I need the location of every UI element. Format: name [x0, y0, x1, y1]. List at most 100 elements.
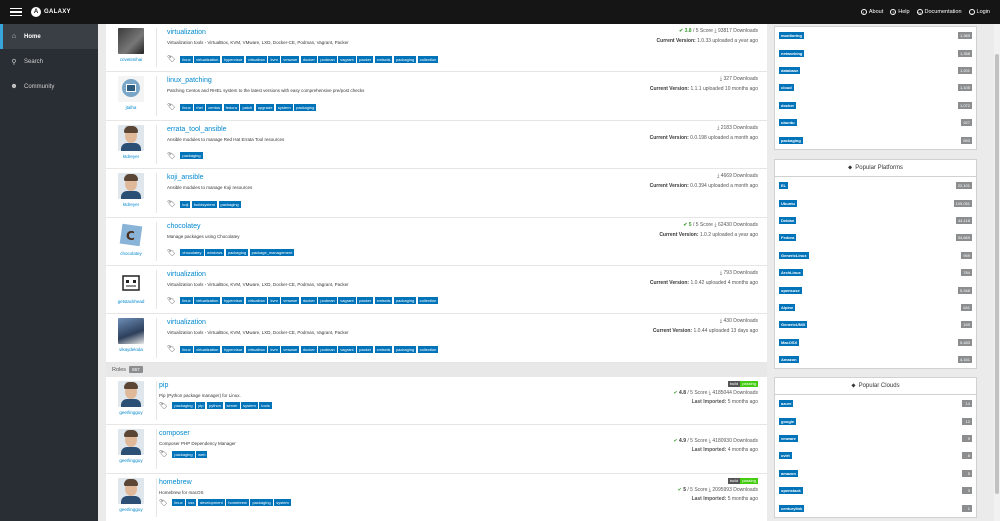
- scrollbar-thumb[interactable]: [995, 54, 999, 494]
- owner-link[interactable]: getstackhead: [106, 299, 156, 304]
- tag-label[interactable]: docker: [300, 297, 317, 305]
- tag-label[interactable]: system: [274, 499, 291, 507]
- owner-link[interactable]: ktdreyer: [106, 202, 156, 207]
- filter-label[interactable]: GenericLinux: [779, 251, 809, 259]
- platforms-item-amazon[interactable]: Amazon 4,161: [775, 351, 976, 368]
- tag-label[interactable]: docker: [300, 55, 317, 63]
- collection-name-link[interactable]: virtualization: [167, 271, 206, 278]
- owner-link[interactable]: chocolatey: [106, 251, 156, 256]
- tag-label[interactable]: packer: [357, 345, 374, 353]
- tag-label[interactable]: virtualbox: [245, 55, 267, 63]
- owner-link[interactable]: geerlingguy: [106, 458, 156, 463]
- tag-label[interactable]: kvm: [268, 345, 280, 353]
- tag-label[interactable]: packaging: [250, 499, 273, 507]
- owner-avatar[interactable]: [118, 318, 144, 345]
- collection-name-link[interactable]: errata_tool_ansible: [167, 126, 227, 133]
- tag-label[interactable]: xmlsrds: [374, 55, 393, 63]
- filter-label[interactable]: ubuntu: [779, 119, 797, 127]
- clouds-item-azure[interactable]: azure 14: [775, 395, 976, 412]
- owner-link[interactable]: ktdreyer: [106, 154, 156, 159]
- collection-name-link[interactable]: linux_patching: [167, 77, 212, 84]
- owner-avatar[interactable]: [118, 380, 144, 407]
- tag-label[interactable]: koji: [180, 200, 191, 208]
- platforms-item-macosx[interactable]: MacOSX 5,483: [775, 334, 976, 351]
- filter-label[interactable]: monitoring: [779, 32, 804, 40]
- tag-label[interactable]: virtualization: [194, 345, 221, 353]
- collection-name-link[interactable]: chocolatey: [167, 223, 200, 230]
- tag-label[interactable]: linux: [180, 297, 193, 305]
- nav-link-about[interactable]: i About: [860, 9, 883, 15]
- clouds-item-openstack[interactable]: openstack 3: [775, 482, 976, 499]
- tag-label[interactable]: packaging: [218, 200, 241, 208]
- tag-label[interactable]: docker: [300, 345, 317, 353]
- collection-name-link[interactable]: virtualization: [167, 319, 206, 326]
- platforms-item-fedora[interactable]: Fedora 34,669: [775, 229, 976, 246]
- tag-label[interactable]: linux: [180, 103, 193, 111]
- tag-label[interactable]: vagrant: [338, 345, 356, 353]
- tag-label[interactable]: upgrade: [255, 103, 275, 111]
- tags-item-packaging[interactable]: packaging 893: [775, 131, 976, 148]
- tag-label[interactable]: packaging: [393, 297, 417, 305]
- tag-label[interactable]: vmware: [281, 55, 300, 63]
- owner-avatar[interactable]: [118, 76, 144, 103]
- filter-label[interactable]: Amazon: [779, 356, 799, 364]
- tag-label[interactable]: packer: [357, 297, 374, 305]
- tag-label[interactable]: packaging: [393, 345, 417, 353]
- tag-label[interactable]: hypervisor: [221, 297, 245, 305]
- page-scrollbar[interactable]: [994, 24, 1000, 521]
- tag-label[interactable]: system: [241, 402, 258, 410]
- tag-label[interactable]: virtualization: [194, 297, 221, 305]
- tag-label[interactable]: windows: [205, 249, 225, 257]
- owner-link[interactable]: geerlingguy: [106, 507, 156, 512]
- nav-link-documentation[interactable]: ▭ Documentation: [916, 9, 962, 15]
- sidebar-item-home[interactable]: ⌂ Home: [0, 24, 98, 49]
- tag-label[interactable]: packaging: [172, 450, 195, 458]
- filter-label[interactable]: openstack: [779, 487, 803, 495]
- tag-label[interactable]: kvm: [268, 297, 280, 305]
- tag-label[interactable]: vagrant: [338, 55, 356, 63]
- tag-label[interactable]: kvm: [268, 55, 280, 63]
- tag-label[interactable]: python: [206, 402, 223, 410]
- collection-name-link[interactable]: koji_ansible: [167, 174, 204, 181]
- tag-label[interactable]: patch: [240, 103, 255, 111]
- filter-label[interactable]: cloud: [779, 84, 794, 92]
- tag-label[interactable]: vmware: [281, 345, 300, 353]
- clouds-item-centurylink[interactable]: centurylink 1: [775, 499, 976, 516]
- tag-label[interactable]: podman: [318, 345, 337, 353]
- filter-label[interactable]: ArchLinux: [779, 269, 803, 277]
- tag-label[interactable]: packaging: [172, 402, 195, 410]
- tag-label[interactable]: buildsystem: [191, 200, 218, 208]
- filter-label[interactable]: opensuse: [779, 286, 802, 294]
- owner-link[interactable]: jtalha: [106, 105, 156, 110]
- filter-label[interactable]: database: [779, 66, 801, 74]
- tags-item-ubuntu[interactable]: ubuntu 927: [775, 114, 976, 131]
- tag-label[interactable]: server: [224, 402, 240, 410]
- role-name-link[interactable]: pip: [159, 382, 168, 389]
- tag-label[interactable]: hypervisor: [221, 55, 245, 63]
- filter-label[interactable]: EL: [779, 182, 789, 190]
- clouds-item-vmware[interactable]: vmware 9: [775, 430, 976, 447]
- tags-item-docker[interactable]: docker 1,072: [775, 97, 976, 114]
- tag-label[interactable]: collection: [417, 345, 439, 353]
- owner-avatar[interactable]: [118, 28, 144, 54]
- tag-label[interactable]: chocolatey: [180, 249, 204, 257]
- tag-label[interactable]: package_management: [249, 249, 295, 257]
- platforms-item-archlinux[interactable]: ArchLinux 784: [775, 264, 976, 281]
- filter-label[interactable]: google: [779, 417, 797, 425]
- tags-item-monitoring[interactable]: monitoring 1,369: [775, 27, 976, 44]
- tag-label[interactable]: tools: [259, 402, 272, 410]
- tag-label[interactable]: osx: [186, 499, 197, 507]
- nav-link-help[interactable]: ? Help: [890, 9, 910, 15]
- filter-label[interactable]: azure: [779, 400, 794, 408]
- tags-item-database[interactable]: database 1,201: [775, 62, 976, 79]
- platforms-item-debian[interactable]: Debian 44,118: [775, 212, 976, 229]
- clouds-item-amazon[interactable]: amazon 5: [775, 465, 976, 482]
- tag-label[interactable]: development: [197, 499, 225, 507]
- filter-label[interactable]: Fedora: [779, 234, 797, 242]
- tags-item-cloud[interactable]: cloud 1,105: [775, 79, 976, 96]
- tag-label[interactable]: podman: [318, 55, 337, 63]
- filter-label[interactable]: Ubuntu: [779, 199, 797, 207]
- tag-label[interactable]: packaging: [225, 249, 249, 257]
- owner-avatar[interactable]: [118, 124, 144, 151]
- tag-label[interactable]: hypervisor: [221, 345, 245, 353]
